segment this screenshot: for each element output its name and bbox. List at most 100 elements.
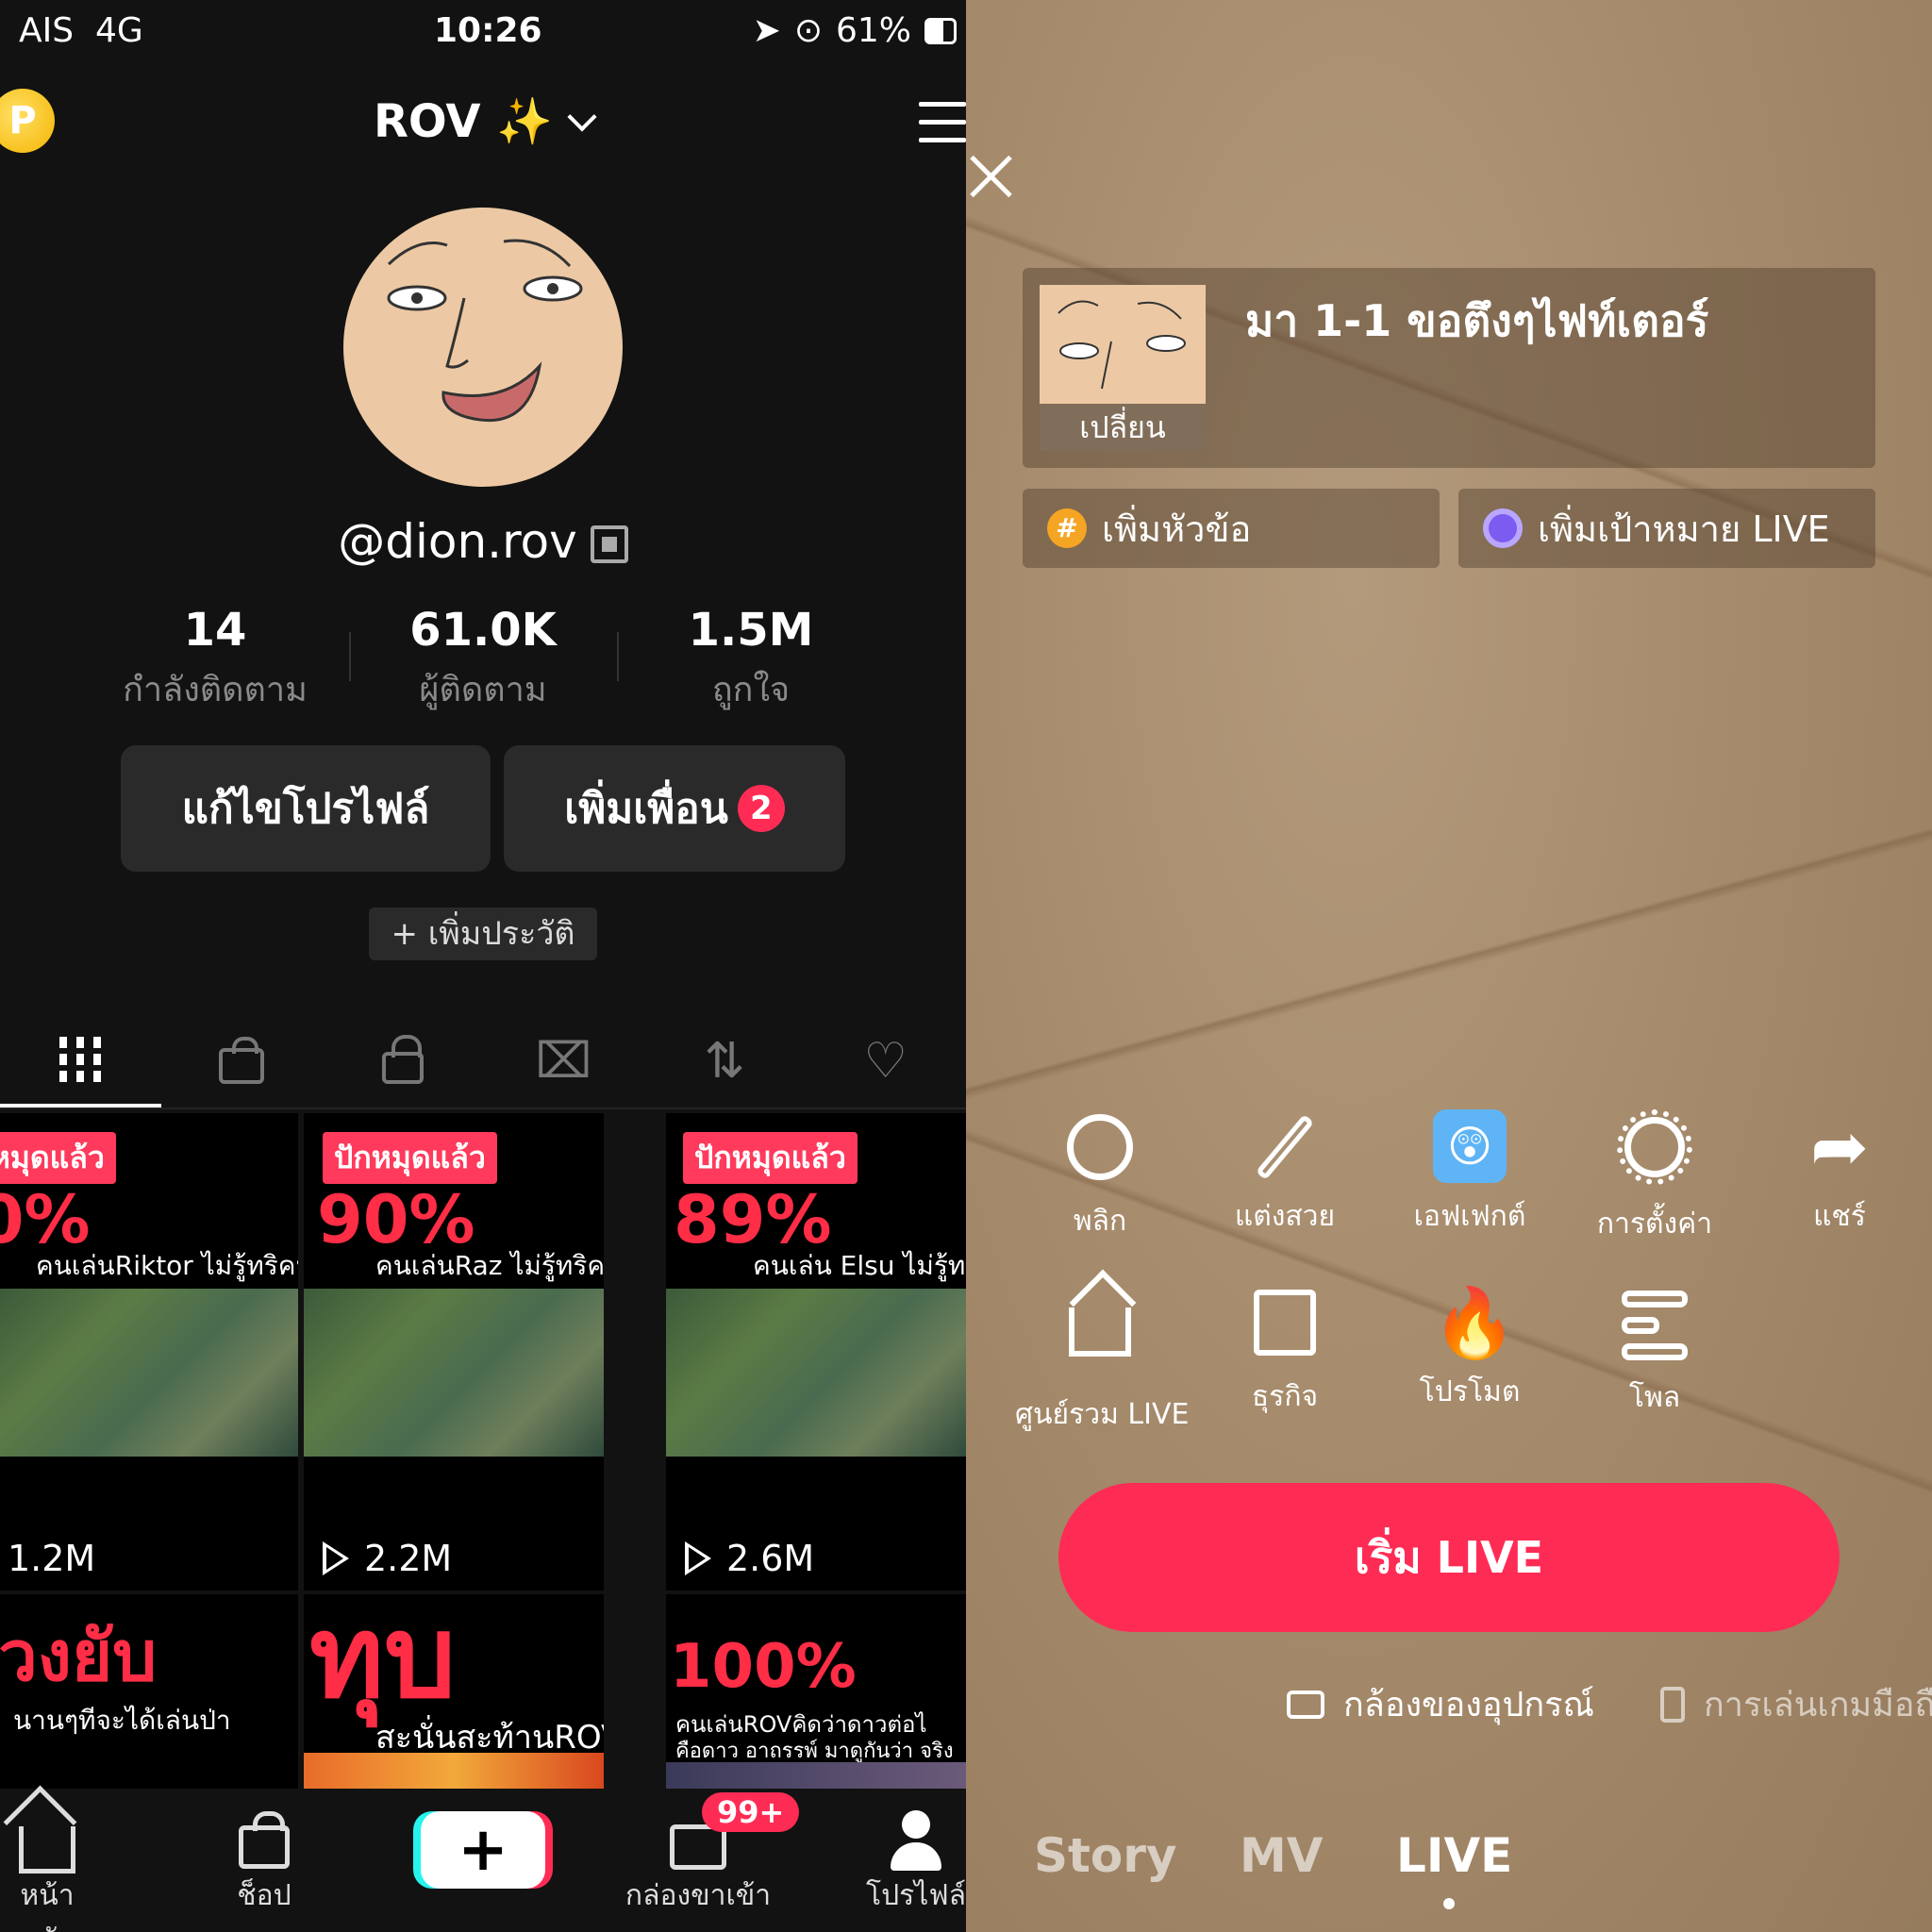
create-button[interactable]: + (421, 1811, 545, 1889)
profile-screen: AIS 4G 10:26 ➤ ⊙ 61% P ROV ✨ @dion.rov 1… (0, 0, 966, 1932)
thumbnail-subtitle: คนเล่นRaz ไม่รู้ทริคนี้ (375, 1250, 604, 1281)
stat-likes[interactable]: 1.5M ถูกใจ (617, 604, 885, 716)
gameplay-image (304, 1289, 604, 1457)
hashtag-icon: # (1047, 508, 1087, 548)
chevron-down-icon (567, 102, 597, 132)
effects-tool[interactable]: 😲 เอฟเฟกต์ (1385, 1109, 1555, 1239)
tab-shop[interactable] (161, 1015, 323, 1108)
stat-followers[interactable]: 61.0K ผู้ติดตาม (349, 604, 617, 716)
view-count: 1.2M (8, 1538, 96, 1579)
live-title[interactable]: มา 1-1 ขอตึงๆไฟท์เตอร์ (1245, 287, 1708, 356)
friend-count-badge: 2 (737, 785, 785, 832)
battery-percent: 61% (835, 11, 911, 50)
change-cover-label: เปลี่ยน (1040, 404, 1206, 451)
target-icon (1483, 508, 1523, 548)
menu-icon[interactable] (919, 102, 966, 143)
add-bio-button[interactable]: + เพิ่มประวัติ (369, 908, 597, 960)
account-switcher[interactable]: ROV ✨ (0, 94, 966, 148)
magic-wand-icon (1255, 1113, 1315, 1181)
video-thumbnail[interactable]: ปักหมุดแล้ว 90% คนเล่นRaz ไม่รู้ทริคนี้ … (304, 1113, 604, 1591)
video-thumbnail[interactable]: ทุบ สะนั่นสะท้านROV (304, 1594, 604, 1789)
poll-icon (1622, 1291, 1688, 1360)
stat-following[interactable]: 14 กำลังติดตาม (81, 604, 349, 716)
profile-icon (889, 1810, 943, 1871)
gameplay-image (666, 1289, 966, 1457)
carrier-label: AIS 4G (19, 11, 143, 50)
effects-icon: 😲 (1433, 1109, 1507, 1183)
mode-live[interactable]: LIVE (1396, 1828, 1512, 1883)
beauty-tool[interactable]: แต่งสวย (1200, 1109, 1370, 1239)
flip-camera-icon (1067, 1114, 1133, 1180)
business-tool[interactable]: ธุรกิจ (1200, 1285, 1370, 1419)
video-thumbnail[interactable]: 100% คนเล่นROVคิดว่าดาวต่อไ คือดาว อาถรร… (666, 1594, 966, 1789)
mode-story[interactable]: Story (1034, 1828, 1177, 1883)
add-live-goal-button[interactable]: เพิ่มเป้าหมาย LIVE (1458, 489, 1875, 568)
thumbnail-subtitle: คนเล่น Elsu ไม่รู้ท (753, 1250, 966, 1281)
nav-home[interactable]: หน้าหลัก (0, 1807, 94, 1932)
view-count: 2.2M (323, 1538, 452, 1579)
thumbnail-subtitle: นานๆทีจะได้เล่นป่า (13, 1705, 231, 1736)
clock: 10:26 (434, 11, 542, 50)
video-thumbnail[interactable]: ปักหมุดแล้ว 90% คนเล่นRiktor ไม่รู้ทริคน… (0, 1113, 298, 1591)
location-icon: ➤ (752, 11, 781, 50)
video-thumbnail[interactable]: ปักหมุดแล้ว 89% คนเล่น Elsu ไม่รู้ท 2.6M (666, 1113, 966, 1591)
mode-mv[interactable]: MV (1240, 1828, 1323, 1883)
repost-icon: ⇅ (704, 1033, 745, 1090)
avatar[interactable] (343, 208, 623, 487)
mobile-gaming-option[interactable]: การเล่นเกมมือถื (1660, 1677, 1932, 1731)
tab-videos[interactable] (0, 1015, 161, 1108)
video-thumbnail[interactable]: ช่วงยับ นานๆทีจะได้เล่นป่า (0, 1594, 298, 1789)
lock-icon (381, 1035, 424, 1084)
active-mode-indicator (1443, 1898, 1455, 1909)
view-count: 2.6M (685, 1538, 814, 1579)
gear-icon (1617, 1109, 1692, 1185)
profile-stats: 14 กำลังติดตาม 61.0K ผู้ติดตาม 1.5M ถูกใ… (0, 604, 966, 716)
nav-shop[interactable]: ช็อป (217, 1807, 311, 1918)
pinned-tag: ปักหมุดแล้ว (0, 1132, 116, 1184)
tab-favorites[interactable]: ⌧ (483, 1015, 644, 1108)
username: @dion.rov (0, 514, 966, 569)
live-info-card: เปลี่ยน มา 1-1 ขอตึงๆไฟท์เตอร์ (1023, 268, 1875, 468)
camera-icon (1287, 1690, 1324, 1719)
thumbnail-headline: ช่วงยับ (0, 1616, 158, 1697)
flame-icon: 🔥 (1432, 1283, 1517, 1362)
settings-tool[interactable]: การตั้งค่า (1570, 1109, 1740, 1246)
live-center-icon (1069, 1307, 1131, 1357)
tab-reposts[interactable]: ⇅ (644, 1015, 806, 1108)
thumbnail-subtitle: คนเล่นRiktor ไม่รู้ทริคนี้ (36, 1250, 298, 1281)
profile-tabs: ⌧ ⇅ ♡ (0, 1015, 966, 1109)
play-icon (323, 1541, 349, 1575)
sparkle-emoji: ✨ (496, 95, 554, 148)
live-center-tool[interactable]: ศูนย์รวม LIVE (1015, 1285, 1189, 1437)
gameplay-image (0, 1289, 298, 1457)
bottom-navigation: หน้าหลัก ช็อป + กล่องขาเข้า โปรไฟล์ (0, 1789, 966, 1932)
tab-private[interactable] (322, 1015, 483, 1108)
add-friends-button[interactable]: เพิ่มเพื่อน 2 (504, 745, 845, 872)
edit-profile-button[interactable]: แก้ไขโปรไฟล์ (121, 745, 491, 872)
nav-profile[interactable]: โปรไฟล์ (866, 1807, 966, 1918)
device-camera-option[interactable]: กล้องของอุปกรณ์ (1287, 1677, 1594, 1731)
add-topic-button[interactable]: # เพิ่มหัวข้อ (1023, 489, 1440, 568)
inbox-badge: 99+ (702, 1792, 800, 1832)
status-bar: AIS 4G 10:26 ➤ ⊙ 61% (0, 8, 966, 55)
pinned-tag: ปักหมุดแล้ว (683, 1132, 858, 1184)
live-cover[interactable]: เปลี่ยน (1040, 285, 1206, 451)
shopping-bag-icon (219, 1037, 264, 1084)
phone-icon (1660, 1686, 1685, 1723)
close-icon[interactable] (968, 153, 1015, 200)
home-icon (19, 1826, 75, 1874)
poll-tool[interactable]: โพล (1570, 1285, 1740, 1420)
promote-tool[interactable]: 🔥 โปรโมต (1385, 1285, 1555, 1414)
start-live-button[interactable]: เริ่ม LIVE (1058, 1483, 1840, 1632)
battery-icon (924, 17, 957, 44)
orientation-lock-icon: ⊙ (793, 11, 823, 50)
share-icon: ➦ (1809, 1107, 1869, 1188)
live-setup-screen: เปลี่ยน มา 1-1 ขอตึงๆไฟท์เตอร์ # เพิ่มหั… (966, 0, 1932, 1932)
pinned-tag: ปักหมุดแล้ว (323, 1132, 497, 1184)
grid-icon (59, 1037, 102, 1082)
tab-liked[interactable]: ♡ (805, 1015, 966, 1108)
heart-hidden-icon: ♡ (863, 1033, 908, 1090)
qr-code-icon[interactable] (590, 525, 628, 563)
share-tool[interactable]: ➦ แชร์ (1755, 1109, 1924, 1239)
flip-camera-tool[interactable]: พลิก (1015, 1109, 1185, 1243)
